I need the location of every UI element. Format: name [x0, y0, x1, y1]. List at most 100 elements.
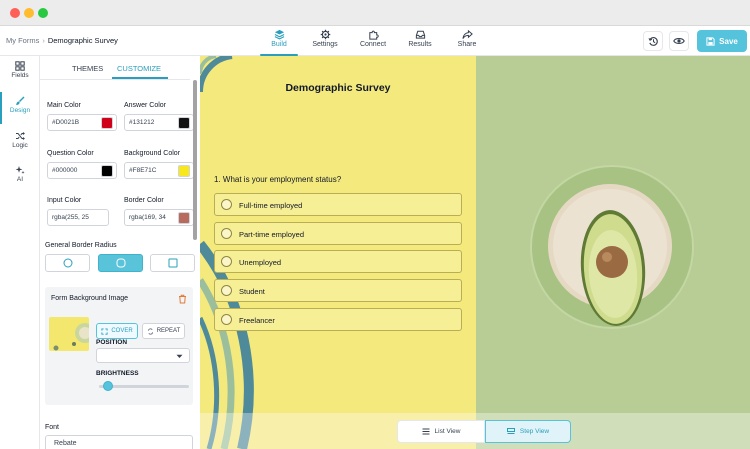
tab-themes[interactable]: THEMES	[72, 64, 103, 73]
rail-item-design[interactable]: Design	[0, 92, 40, 124]
radio-button[interactable]	[221, 228, 232, 239]
save-button[interactable]: Save	[697, 30, 747, 52]
question-color-swatch[interactable]	[101, 165, 113, 177]
tab-connect[interactable]: Connect	[350, 28, 396, 54]
radio-button[interactable]	[221, 256, 232, 267]
panel-scrollbar[interactable]	[193, 80, 197, 240]
tab-build[interactable]: Build	[256, 28, 302, 56]
tab-settings[interactable]: Settings	[302, 28, 348, 54]
rail-item-design-label: Design	[9, 107, 31, 114]
answer-option-label: Part-time employed	[239, 230, 305, 239]
border-color-value: rgba(169, 34	[129, 214, 166, 221]
puzzle-icon	[368, 30, 379, 40]
rail-item-ai-label: AI	[16, 176, 24, 183]
border-color-field[interactable]: rgba(169, 34	[124, 209, 194, 226]
main-color-value: #D0021B	[52, 119, 80, 126]
tab-results[interactable]: Results	[397, 28, 443, 54]
brightness-label: BRIGHTNESS	[96, 370, 139, 377]
close-window-button[interactable]	[10, 8, 20, 18]
tab-customize[interactable]: CUSTOMIZE	[117, 64, 161, 73]
rail-item-fields-label: Fields	[11, 72, 29, 79]
answer-option[interactable]: Student	[214, 279, 462, 302]
background-color-swatch[interactable]	[178, 165, 190, 177]
input-color-value: rgba(255, 25	[52, 214, 89, 221]
input-color-label: Input Color	[47, 197, 82, 204]
brightness-slider-thumb[interactable]	[103, 381, 113, 391]
answer-option-label: Full-time employed	[239, 201, 303, 210]
cover-option[interactable]: COVER	[96, 323, 138, 339]
list-view-label: List View	[434, 428, 461, 435]
cover-option-label: COVER	[111, 328, 133, 334]
list-view-button[interactable]: List View	[397, 420, 485, 443]
question-color-field[interactable]: #000000	[47, 162, 117, 179]
avocado-photo	[476, 56, 750, 449]
background-color-value: #F8E71C	[129, 167, 157, 174]
background-image-thumbnail[interactable]	[49, 317, 89, 351]
form-background-image-card: Form Background Image COVER REPEAT POSIT…	[45, 287, 193, 405]
border-color-swatch[interactable]	[178, 212, 190, 224]
top-bar: My Forms › Demographic Survey Build Settin…	[0, 26, 750, 56]
rail-item-fields[interactable]: Fields	[0, 61, 40, 79]
background-color-label: Background Color	[124, 150, 181, 157]
tab-share-label: Share	[457, 41, 477, 48]
tab-share[interactable]: Share	[444, 28, 490, 54]
rail-item-ai[interactable]: AI	[0, 165, 40, 183]
tab-build-label: Build	[271, 41, 287, 48]
circle-shape-icon	[63, 258, 72, 268]
panel-tabs-divider	[40, 79, 190, 80]
radius-square-button[interactable]	[150, 254, 195, 272]
preview-button[interactable]	[669, 31, 689, 51]
answer-option[interactable]: Part-time employed	[214, 222, 462, 245]
floppy-disk-icon	[706, 36, 715, 46]
answer-option-label: Unemployed	[239, 258, 282, 267]
inbox-icon	[415, 30, 425, 39]
main-color-swatch[interactable]	[101, 117, 113, 129]
square-shape-icon	[168, 258, 177, 268]
breadcrumb-my-forms[interactable]: My Forms	[6, 36, 39, 45]
answer-color-swatch[interactable]	[178, 117, 190, 129]
position-select[interactable]	[96, 348, 190, 363]
save-button-label: Save	[719, 36, 738, 46]
main-color-label: Main Color	[47, 102, 81, 109]
radius-round-button[interactable]	[45, 254, 90, 272]
answer-option[interactable]: Full-time employed	[214, 193, 462, 216]
brush-icon	[16, 96, 25, 105]
radius-medium-button[interactable]	[98, 254, 143, 272]
background-color-field[interactable]: #F8E71C	[124, 162, 194, 179]
answer-color-field[interactable]: #131212	[124, 114, 194, 131]
repeat-option[interactable]: REPEAT	[142, 323, 185, 339]
tab-connect-label: Connect	[359, 41, 387, 48]
layers-icon	[274, 29, 284, 40]
step-view-button[interactable]: Step View	[485, 420, 571, 443]
tab-results-label: Results	[408, 41, 432, 48]
radio-button[interactable]	[221, 314, 232, 325]
maximize-window-button[interactable]	[38, 8, 48, 18]
input-color-field[interactable]: rgba(255, 25	[47, 209, 109, 226]
tab-settings-label: Settings	[312, 41, 338, 48]
window-titlebar	[0, 0, 750, 26]
font-select[interactable]: Rebate	[45, 435, 193, 449]
grid-icon	[15, 61, 25, 71]
answer-option[interactable]: Unemployed	[214, 250, 462, 273]
step-view-label: Step View	[519, 428, 550, 435]
background-image-label: Form Background Image	[51, 295, 129, 302]
repeat-option-label: REPEAT	[156, 328, 181, 334]
question-text: 1. What is your employment status?	[214, 175, 342, 184]
rail-item-logic[interactable]: Logic	[0, 131, 40, 149]
rail-item-logic-label: Logic	[12, 142, 28, 149]
history-icon	[647, 36, 658, 46]
answer-color-value: #131212	[129, 119, 155, 126]
radio-button[interactable]	[221, 285, 232, 296]
history-button[interactable]	[643, 31, 663, 51]
radio-button[interactable]	[221, 199, 232, 210]
trash-icon[interactable]	[178, 294, 187, 304]
main-color-field[interactable]: #D0021B	[47, 114, 117, 131]
gear-icon	[320, 29, 330, 40]
answer-option[interactable]: Freelancer	[214, 308, 462, 331]
minimize-window-button[interactable]	[24, 8, 34, 18]
rounded-square-icon	[116, 258, 125, 268]
border-radius-label: General Border Radius	[45, 242, 117, 249]
expand-icon	[101, 327, 108, 335]
breadcrumb-separator: ›	[42, 36, 45, 45]
eye-icon	[673, 38, 685, 44]
